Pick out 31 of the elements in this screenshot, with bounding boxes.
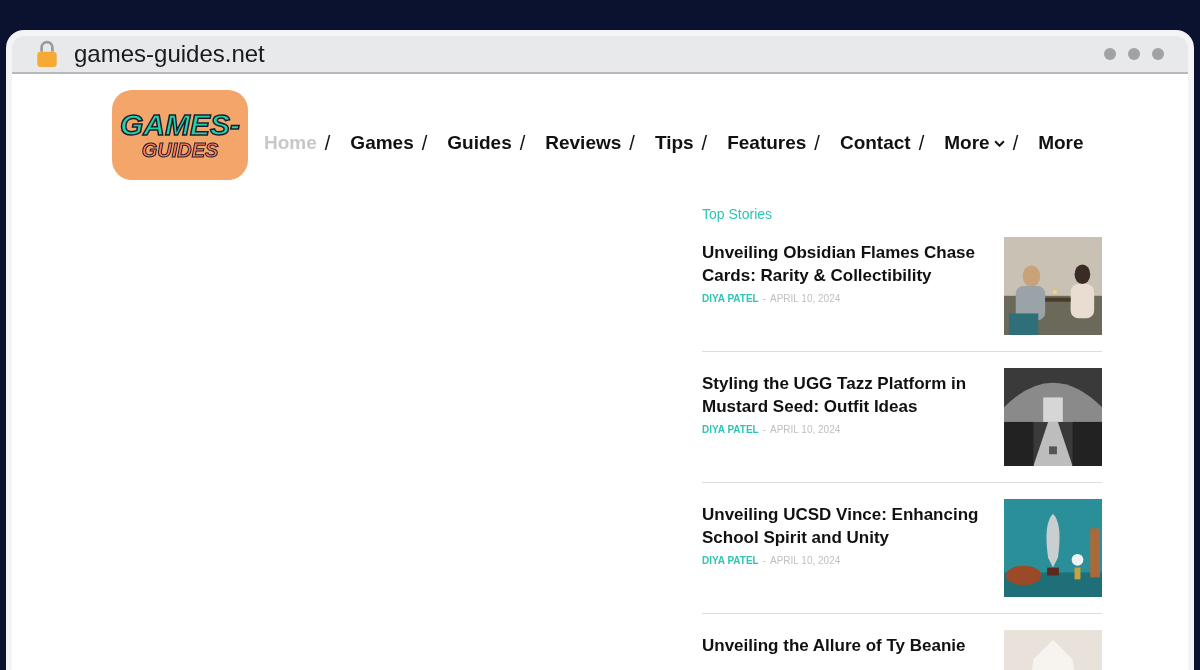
- nav-separator: /: [1012, 131, 1019, 156]
- meta-separator: -: [762, 554, 767, 568]
- logo-subtitle: GUIDES: [141, 140, 219, 160]
- nav-separator: /: [629, 131, 635, 156]
- meta-separator: -: [762, 292, 767, 306]
- date-text: APRIL 10, 2024: [770, 423, 841, 437]
- nav-link[interactable]: Tips: [654, 128, 694, 158]
- story-title[interactable]: Unveiling UCSD Vince: Enhancing School Spirit and Unity: [702, 503, 992, 549]
- lock-icon: [36, 40, 58, 68]
- story-title[interactable]: Styling the UGG Tazz Platform in Mustard Seed: Outfit Ideas: [702, 372, 992, 418]
- story-title[interactable]: Unveiling Obsidian Flames Chase Cards: Rarity & Collectibility: [702, 241, 992, 287]
- section-heading: Top Stories: [702, 205, 774, 224]
- story-title[interactable]: Unveiling the Allure of Ty Beanie: [702, 634, 992, 657]
- nav-separator: /: [814, 131, 820, 156]
- nav-link[interactable]: Contact: [839, 128, 911, 158]
- nav-link[interactable]: Guides: [447, 128, 512, 158]
- nav-link[interactable]: Games: [350, 128, 414, 158]
- nav-separator: /: [324, 131, 331, 156]
- nav-separator: /: [519, 131, 526, 156]
- date-text: APRIL 10, 2024: [770, 292, 841, 306]
- nav-link[interactable]: Reviews: [545, 128, 622, 158]
- date-text: APRIL 10, 2024: [770, 554, 841, 568]
- nav-separator: /: [421, 131, 428, 156]
- nav-link[interactable]: More: [944, 128, 1005, 158]
- meta-separator: -: [762, 423, 767, 437]
- nav-separator: /: [701, 131, 708, 156]
- nav-separator: /: [918, 131, 925, 156]
- nav-link[interactable]: Features: [727, 128, 807, 158]
- url-text: games-guides.net: [74, 39, 265, 69]
- logo-title: GAMES-: [120, 110, 240, 140]
- nav-link[interactable]: More: [1038, 128, 1084, 158]
